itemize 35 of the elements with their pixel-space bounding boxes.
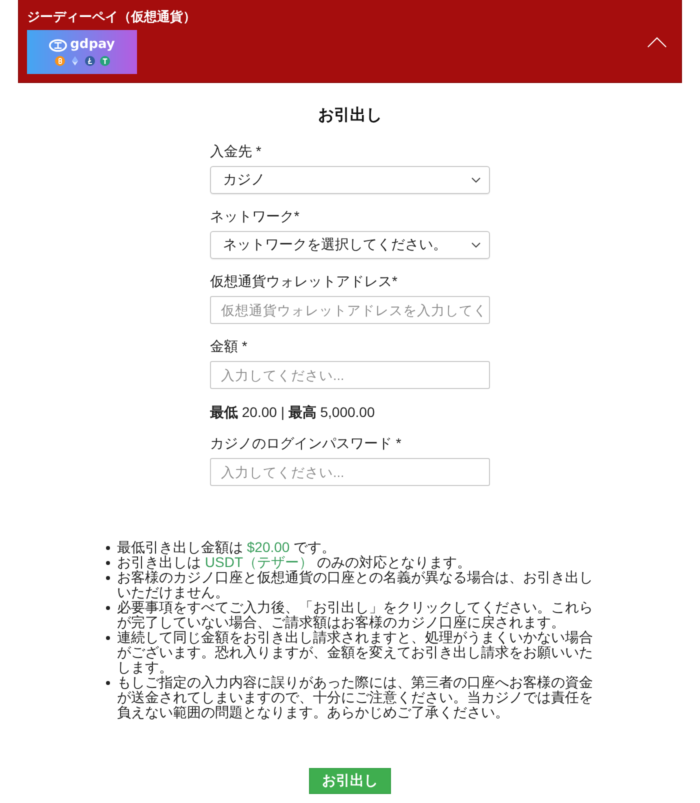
bullet-icon [106,636,110,640]
note-text: 最低引き出し金額は $20.00 です。 [117,540,337,555]
bullet-icon [106,576,110,580]
litecoin-icon [84,56,94,66]
chevron-down-icon [471,177,481,183]
form-title: お引出し [317,106,383,126]
bullet-icon [106,681,110,685]
header-bar[interactable]: ジーディーペイ（仮想通貨） gdpay [18,0,682,83]
input-field[interactable]: 入力してください... [210,458,490,486]
brand-mark-icon [49,38,68,52]
note-text: 連続して同じ金額をお引き出し請求されますと、処理がうまくいかない場合がございます。恐れ入りますが、金額を変えてお引き出し請求をお願いいたします。 [117,630,594,675]
field-label: ネットワーク* [210,207,300,226]
input-field[interactable]: 入力してください... [210,361,490,389]
field-label: カジノのログインパスワード * [210,434,402,453]
logo-text: gdpay [70,38,115,52]
chevron-up-icon[interactable] [647,36,667,48]
bitcoin-coin-icon [54,56,64,66]
note-text: 必要事項をすべてご入力後、「お引出し」をクリックしてください。これらが完了していない場合、ご請求額はお客様のカジノ口座に戻されます。 [117,600,594,630]
network-select[interactable]: ネットワークを選択してください。 [210,231,490,259]
chevron-down-icon [471,242,481,248]
field-label: 仮想通貨ウォレットアドレス* [210,272,398,291]
input-field[interactable]: 仮想通貨ウォレットアドレスを入力してく [210,296,490,324]
section-title: ジーディーペイ（仮想通貨） [27,8,196,25]
field-label: 金額 * [210,337,248,356]
note-text: もしご指定の入力内容に誤りがあった際には、第三者の口座へお客様の資金が送金されてしまいますので、十分にご注意ください。当カジノでは責任を負えない範囲の問題となります。あらかじめご了承ください。 [117,675,594,720]
bullet-icon [106,546,110,550]
bullet-icon [106,561,110,565]
bullet-icon [106,606,110,610]
ethereum-icon [70,56,80,66]
destination-select[interactable]: カジノ [210,166,490,194]
tether-coin-icon [100,56,110,66]
note-text: お引き出しは USDT（テザー） のみの対応となります。 [117,555,472,570]
note-text: お客様のカジノ口座と仮想通貨の口座との名義が異なる場合は、お引き出しいただけません。 [117,570,594,600]
field-label: 入金先 * [210,142,262,161]
amount-limits: 最低 20.00 | 最高 5,000.00 [210,403,375,422]
